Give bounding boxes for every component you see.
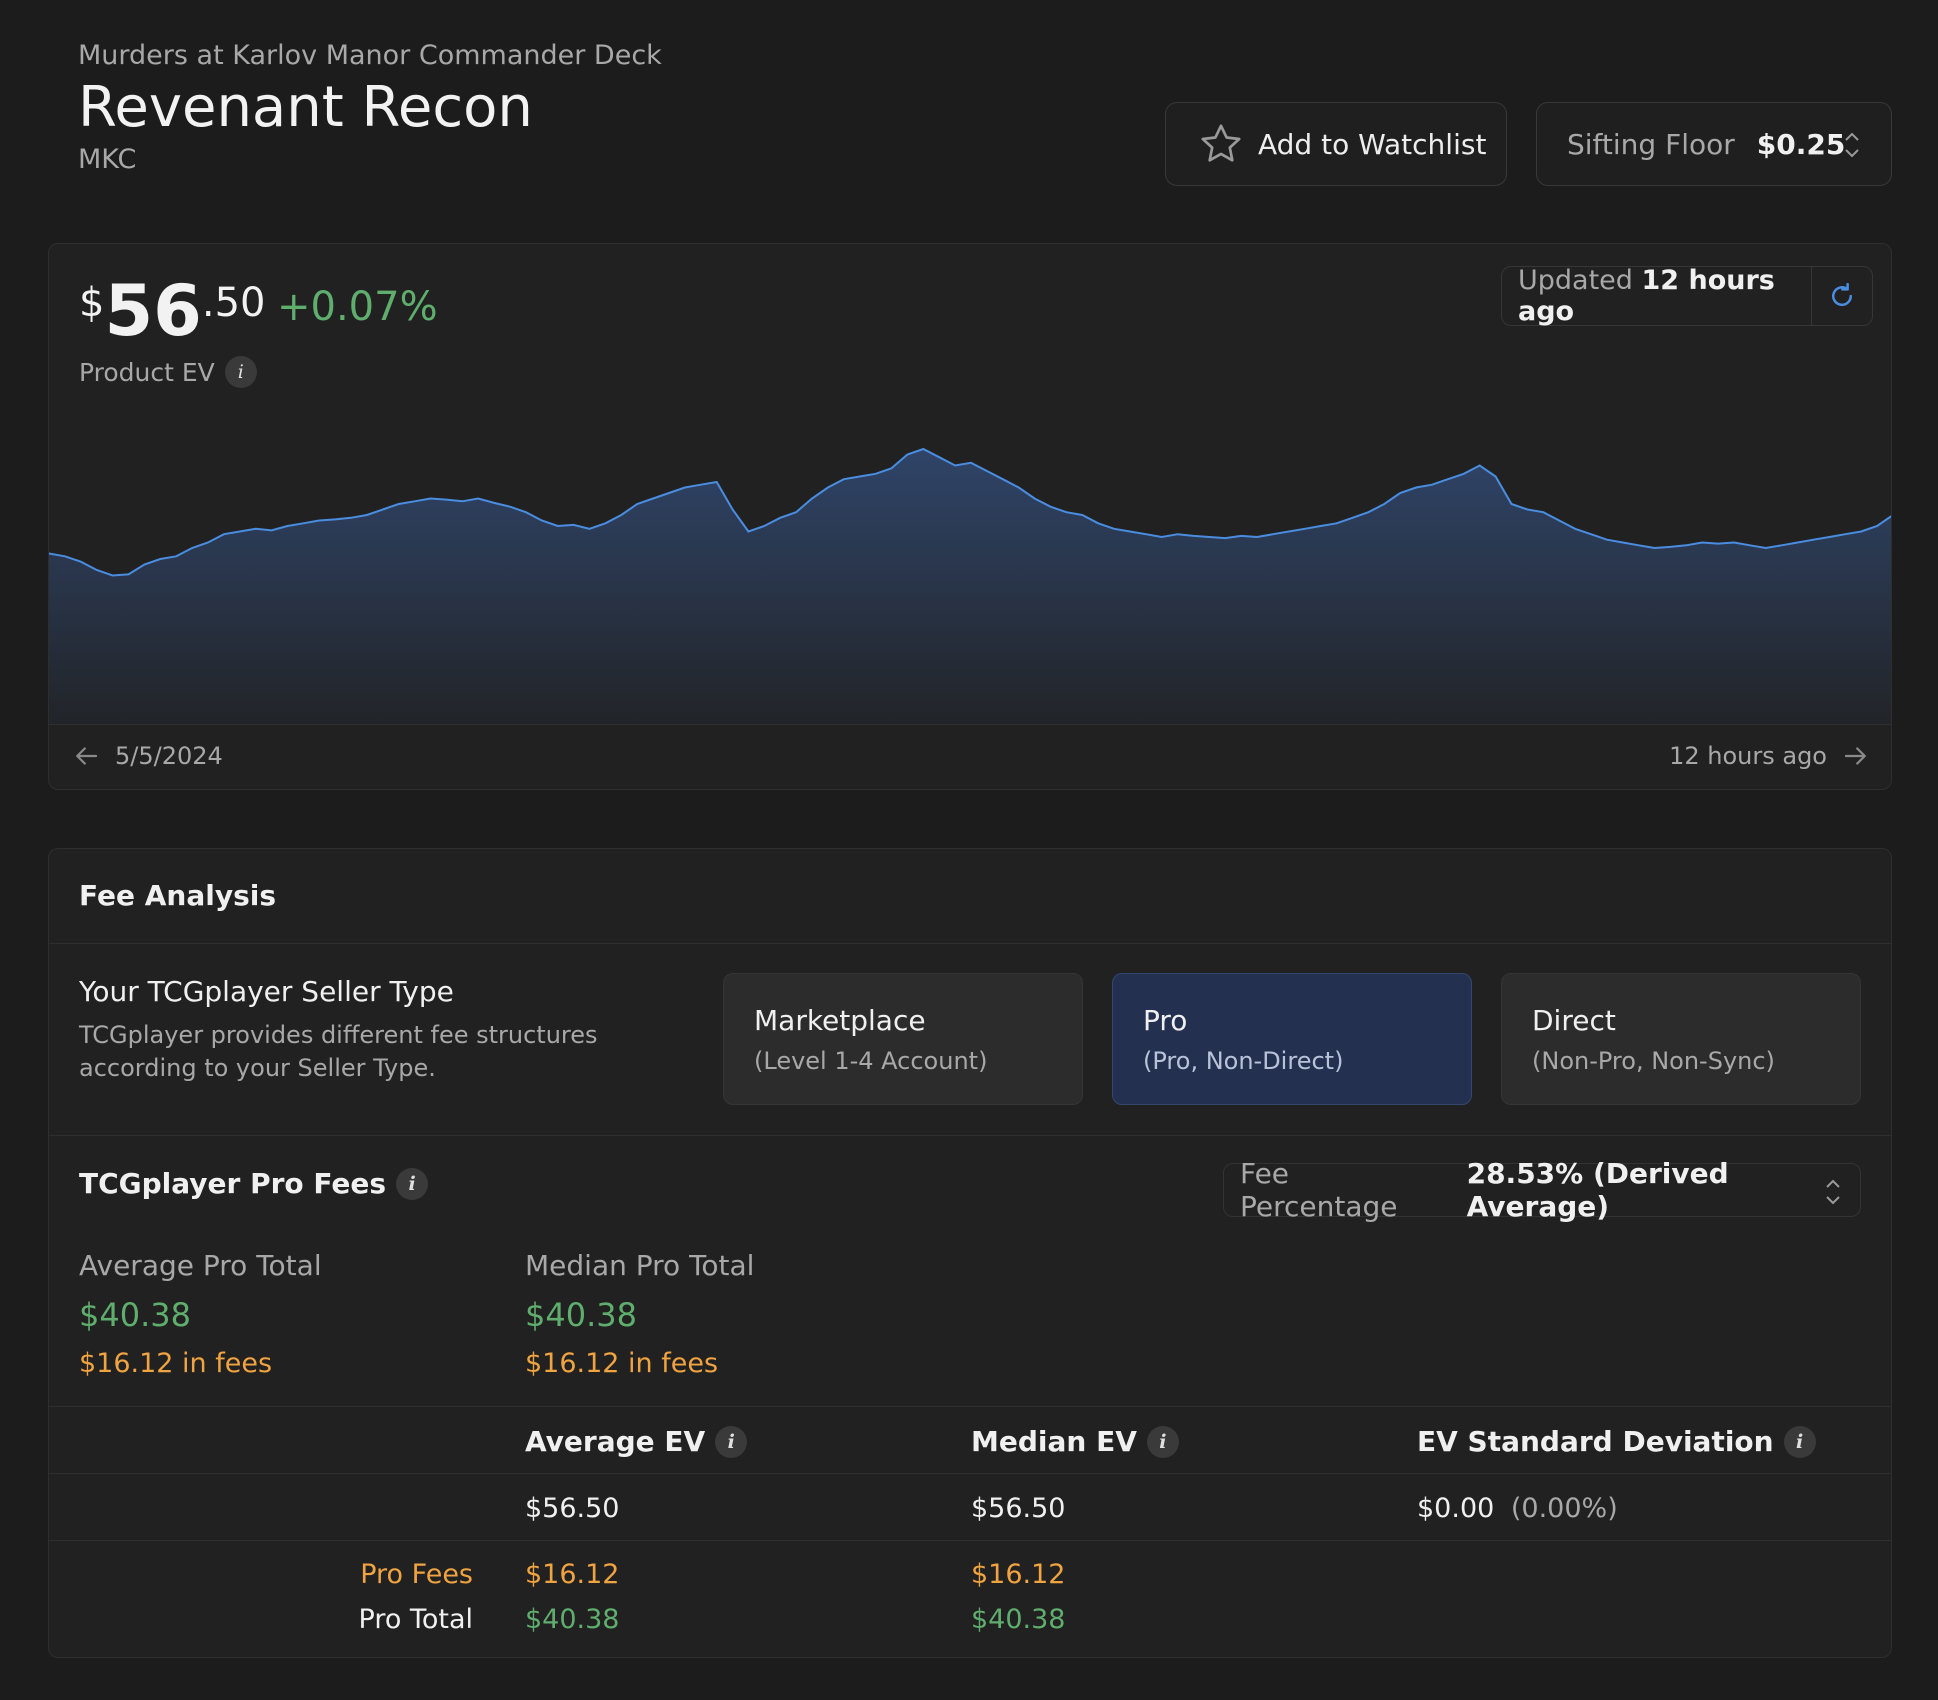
chart-range-end: 12 hours ago xyxy=(1669,741,1873,771)
column-header: Average EV xyxy=(525,1425,706,1458)
median-ev-value: $56.50 xyxy=(971,1493,1066,1524)
chart-range-footer: 5/5/2024 12 hours ago xyxy=(49,724,1891,789)
median-pro-total-fees: $16.12 in fees xyxy=(525,1348,719,1379)
info-icon[interactable]: i xyxy=(1146,1425,1179,1458)
product-ev-price: $ 56 .50 xyxy=(79,276,266,346)
arrow-left-icon[interactable] xyxy=(69,741,103,771)
seller-type-marketplace[interactable]: Marketplace (Level 1-4 Account) xyxy=(723,973,1083,1105)
ev-area-fill xyxy=(49,449,1891,724)
refresh-icon xyxy=(1832,282,1853,307)
price-change: +0.07% xyxy=(277,284,438,330)
seller-type-pro[interactable]: Pro (Pro, Non-Direct) xyxy=(1112,973,1472,1105)
divider xyxy=(49,1540,1891,1541)
chart-start-date: 5/5/2024 xyxy=(115,742,223,770)
std-dev-amount: $0.00 xyxy=(1417,1493,1495,1524)
set-code: MKC xyxy=(78,143,137,175)
median-pro-total: Median Pro Total $40.38 $16.12 in fees xyxy=(525,1249,754,1379)
median-pro-total-amount: $40.38 xyxy=(525,1296,637,1334)
info-icon[interactable]: i xyxy=(715,1425,748,1458)
sifting-floor-select[interactable]: Sifting Floor $0.25 xyxy=(1536,102,1892,186)
chart-end-date: 12 hours ago xyxy=(1669,742,1827,770)
set-name: Murders at Karlov Manor Commander Deck xyxy=(78,40,662,71)
info-icon[interactable]: i xyxy=(224,356,257,388)
divider xyxy=(49,943,1891,944)
price-cents: .50 xyxy=(201,280,266,326)
pro-fees-heading: TCGplayer Pro Fees i xyxy=(79,1167,429,1200)
add-to-watchlist-button[interactable]: Add to Watchlist xyxy=(1165,102,1507,186)
price-chart-card: $ 56 .50 +0.07% Product EV i Updated 12 … xyxy=(48,243,1892,790)
pro-fees-average: $16.12 xyxy=(525,1559,620,1590)
star-icon xyxy=(1201,124,1241,162)
average-pro-total: Average Pro Total $40.38 $16.12 in fees xyxy=(79,1249,322,1379)
median-pro-total-label: Median Pro Total xyxy=(525,1249,755,1282)
info-icon[interactable]: i xyxy=(396,1167,429,1200)
watchlist-label: Add to Watchlist xyxy=(1258,127,1487,161)
pro-total-row-label: Pro Total xyxy=(358,1604,473,1635)
chevron-updown-icon xyxy=(1845,132,1859,158)
average-pro-total-fees: $16.12 in fees xyxy=(79,1348,273,1379)
pro-total-average: $40.38 xyxy=(525,1604,620,1635)
fee-percentage-select[interactable]: Fee Percentage 28.53% (Derived Average) xyxy=(1223,1157,1861,1223)
divider xyxy=(49,1473,1891,1474)
seller-type-label: Pro xyxy=(1143,1004,1188,1037)
seller-type-sublabel: (Pro, Non-Direct) xyxy=(1143,1047,1344,1075)
std-dev-percent: (0.00%) xyxy=(1510,1493,1618,1524)
pro-total-median: $40.38 xyxy=(971,1604,1066,1635)
info-icon[interactable]: i xyxy=(1783,1425,1816,1458)
pro-fees-median: $16.12 xyxy=(971,1559,1066,1590)
price-dollars: 56 xyxy=(104,270,202,352)
product-ev-label: Product EV i xyxy=(79,356,257,388)
fee-percentage-label: Fee Percentage xyxy=(1240,1157,1398,1223)
fee-percentage-value: 28.53% (Derived Average) xyxy=(1466,1157,1729,1223)
table-header-median-ev: Median EV i xyxy=(971,1425,1179,1458)
updated-status: Updated 12 hours ago xyxy=(1501,265,1873,327)
updated-prefix: Updated xyxy=(1518,265,1633,296)
sifting-floor-value: $0.25 xyxy=(1756,127,1846,161)
seller-type-label: Direct xyxy=(1532,1004,1616,1037)
divider xyxy=(49,1406,1891,1407)
average-pro-total-amount: $40.38 xyxy=(79,1296,191,1334)
arrow-right-icon[interactable] xyxy=(1839,741,1873,771)
price-currency: $ xyxy=(79,280,105,326)
column-header: EV Standard Deviation xyxy=(1417,1425,1774,1458)
product-header: Murders at Karlov Manor Commander Deck R… xyxy=(78,40,662,175)
chevron-updown-icon xyxy=(1826,1179,1840,1205)
sifting-floor-label: Sifting Floor xyxy=(1567,127,1735,161)
column-header: Median EV xyxy=(971,1425,1137,1458)
product-title: Revenant Recon xyxy=(78,75,533,140)
divider xyxy=(49,1135,1891,1136)
pro-fees-title: TCGplayer Pro Fees xyxy=(79,1167,387,1200)
product-ev-text: Product EV xyxy=(79,357,215,387)
refresh-button[interactable] xyxy=(1812,281,1872,311)
seller-type-description: TCGplayer provides different fee structu… xyxy=(79,1021,598,1082)
fee-analysis-card: Fee Analysis Your TCGplayer Seller Type … xyxy=(48,848,1892,1658)
pro-fees-row-label: Pro Fees xyxy=(360,1559,473,1590)
updated-text: Updated 12 hours ago xyxy=(1502,265,1811,327)
seller-type-title: Your TCGplayer Seller Type xyxy=(79,975,454,1008)
seller-type-direct[interactable]: Direct (Non-Pro, Non-Sync) xyxy=(1501,973,1861,1105)
fee-analysis-title: Fee Analysis xyxy=(79,879,276,912)
table-header-average-ev: Average EV i xyxy=(525,1425,748,1458)
seller-type-sublabel: (Non-Pro, Non-Sync) xyxy=(1532,1047,1775,1075)
chart-range-start: 5/5/2024 xyxy=(69,741,223,771)
average-pro-total-label: Average Pro Total xyxy=(79,1249,322,1282)
ev-area-chart[interactable] xyxy=(49,394,1892,724)
table-header-ev-std-dev: EV Standard Deviation i xyxy=(1417,1425,1816,1458)
seller-type-label: Marketplace xyxy=(754,1004,926,1037)
ev-std-dev-value: $0.00 (0.00%) xyxy=(1417,1493,1618,1524)
seller-type-sublabel: (Level 1-4 Account) xyxy=(754,1047,988,1075)
average-ev-value: $56.50 xyxy=(525,1493,620,1524)
